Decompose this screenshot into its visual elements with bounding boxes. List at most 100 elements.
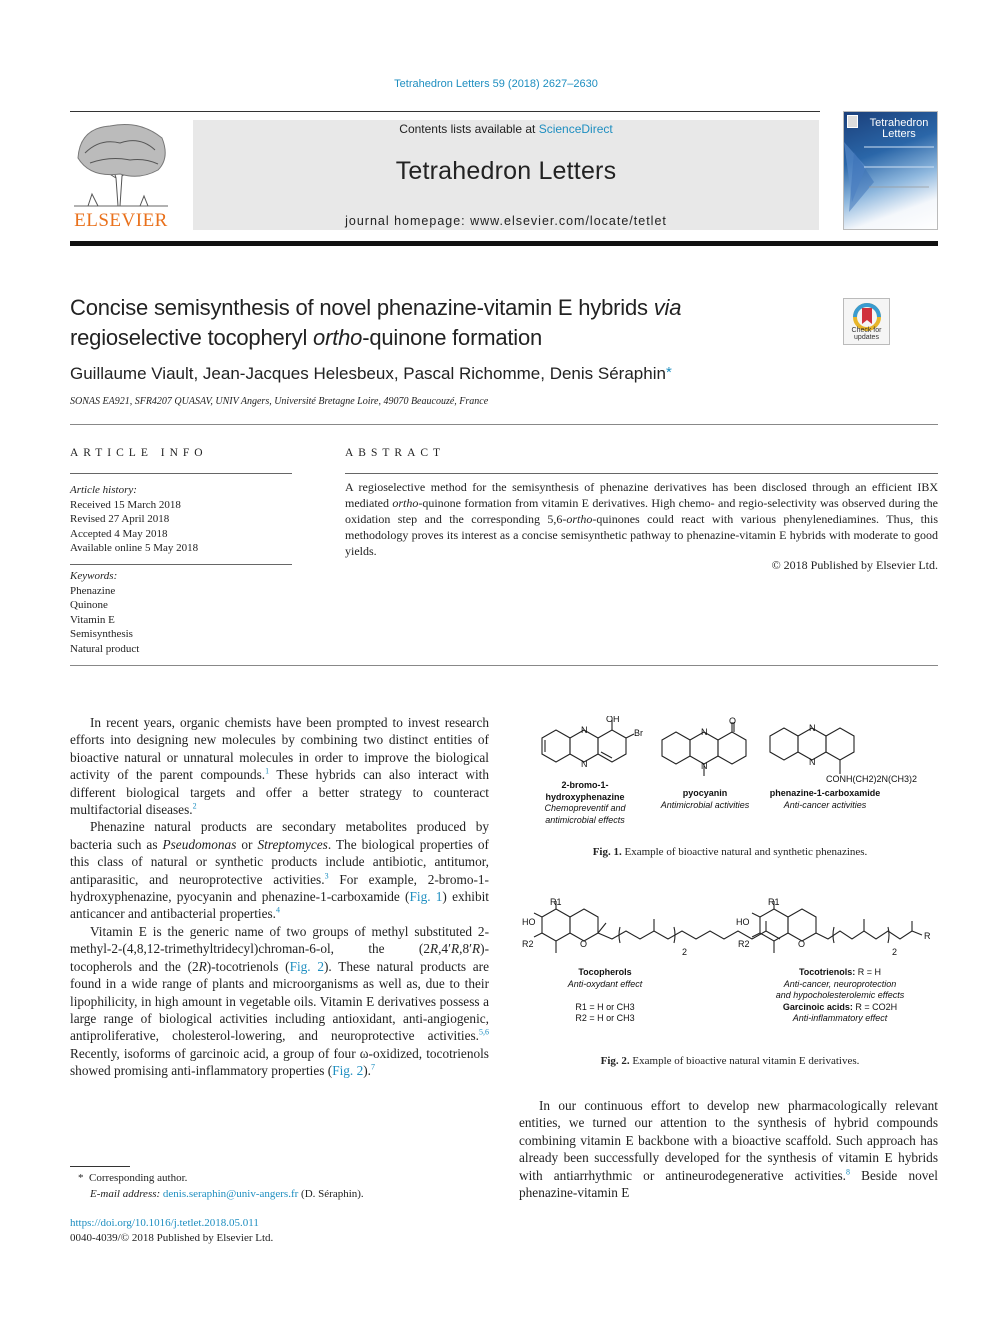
abstract-copyright: © 2018 Published by Elsevier Ltd. xyxy=(771,558,938,572)
compound-name: 2-bromo-1- xyxy=(561,780,609,790)
email-link[interactable]: denis.seraphin@univ-angers.fr xyxy=(163,1188,298,1200)
journal-cover-thumbnail[interactable]: Tetrahedron Letters xyxy=(843,111,938,230)
compound-name: hydroxyphenazine xyxy=(545,791,625,802)
compound-activity: Anti-oxydant effect xyxy=(567,978,643,989)
atom-br: Br xyxy=(634,728,643,738)
phenazine-carboxamide-structure xyxy=(769,727,855,774)
check-for-updates-button[interactable]: Check for updates xyxy=(843,298,890,345)
journal-reference-link[interactable]: Tetrahedron Letters 59 (2018) 2627–2630 xyxy=(0,78,992,90)
history-accepted: Accepted 4 May 2018 xyxy=(70,527,168,540)
figure-1-caption: Fig. 1. Example of bioactive natural and… xyxy=(520,846,940,858)
abstract-heading: ABSTRACT xyxy=(345,447,446,459)
italic-span: R xyxy=(472,941,481,957)
text-span: ). xyxy=(363,1063,371,1079)
text-span: ,4′ xyxy=(438,941,451,957)
compound-activity: Antimicrobial activities xyxy=(660,799,750,810)
journal-homepage[interactable]: journal homepage: www.elsevier.com/locat… xyxy=(193,214,819,228)
repeat-count: 2 xyxy=(892,947,897,957)
email-label: E-mail address: xyxy=(90,1188,163,1200)
r2-definition: R2 = H or CH3 xyxy=(575,1013,635,1023)
italic-span: R xyxy=(198,958,207,974)
atom-n: N xyxy=(701,727,708,737)
author-list: Guillaume Viault, Jean-Jacques Helesbeux… xyxy=(70,364,672,384)
atom-ho: HO xyxy=(522,917,536,927)
compound-activity: Anti-cancer, neuroprotection xyxy=(783,978,897,989)
atom-o: O xyxy=(580,939,587,949)
footnote-divider xyxy=(70,1166,130,1167)
top-divider xyxy=(70,111,820,112)
history-revised: Revised 27 April 2018 xyxy=(70,513,170,525)
contents-line: Contents lists available at ScienceDirec… xyxy=(193,122,819,136)
cover-title: Tetrahedron Letters xyxy=(862,118,936,140)
footnote-corresponding: * Corresponding author. xyxy=(70,1170,364,1186)
italic-span: Pseudomonas xyxy=(162,836,237,852)
compound-label-3: phenazine-1-carboxamide Anti-cancer acti… xyxy=(765,788,885,811)
history-received: Received 15 March 2018 xyxy=(70,498,181,511)
paragraph: In recent years, organic chemists have b… xyxy=(70,714,489,818)
compound-name: Tocotrienols: xyxy=(798,967,856,977)
atom-r2: R2 xyxy=(522,939,534,949)
paragraph: In our continuous effort to develop new … xyxy=(519,1097,938,1201)
elsevier-logo[interactable]: ELSEVIER xyxy=(70,118,172,232)
divider xyxy=(70,665,938,666)
text-span: Vitamin E is the generic name of two gro… xyxy=(70,923,489,957)
article-history: Article history: Received 15 March 2018 … xyxy=(70,483,198,556)
keyword: Quinone xyxy=(70,599,108,611)
r1-definition: R1 = H or CH3 xyxy=(575,1001,635,1012)
keyword: Vitamin E xyxy=(70,613,115,626)
compound-name: Tocopherols xyxy=(578,967,632,977)
footnote-mark: * xyxy=(78,1172,84,1184)
reference-link[interactable]: 2 xyxy=(193,802,197,811)
crossmark-label: Check for updates xyxy=(844,327,889,341)
divider xyxy=(70,564,292,565)
reference-link[interactable]: 4 xyxy=(276,906,280,915)
figure-2: HO R1 R2 O 2 HO R1 R2 O 2 R Tocopherols … xyxy=(520,895,940,1075)
sciencedirect-link[interactable]: ScienceDirect xyxy=(539,122,613,136)
figure-link[interactable]: Fig. 1 xyxy=(409,889,442,904)
atom-r1: R1 xyxy=(768,897,780,907)
elsevier-wordmark: ELSEVIER xyxy=(74,210,168,231)
authors-text: Guillaume Viault, Jean-Jacques Helesbeux… xyxy=(70,364,666,383)
contents-prefix: Contents lists available at xyxy=(399,122,539,136)
tocotrienols-label: Tocotrienols: R = H Anti-cancer, neuropr… xyxy=(740,967,940,1025)
article-info-heading: ARTICLE INFO xyxy=(70,447,208,459)
compound-activity: Chemopreventif and xyxy=(544,803,626,813)
doi-link[interactable]: https://doi.org/10.1016/j.tetlet.2018.05… xyxy=(70,1217,259,1229)
reference-link[interactable]: 7 xyxy=(371,1063,375,1072)
italic-span: Streptomyces xyxy=(257,836,328,852)
history-label: Article history: xyxy=(70,484,137,496)
compound-activity: and hypocholesterolemic effects xyxy=(775,990,905,1000)
compound-activity: Anti-inflammatory effect xyxy=(792,1013,888,1023)
title-italic-via: via xyxy=(653,295,682,320)
italic-span: R xyxy=(451,941,460,957)
atom-o: O xyxy=(798,939,805,949)
atom-r: R xyxy=(924,931,931,941)
email-suffix: (D. Séraphin). xyxy=(298,1188,364,1200)
atom-ho: HO xyxy=(736,917,750,927)
reference-link[interactable]: 5,6 xyxy=(479,1028,489,1037)
divider xyxy=(70,473,292,474)
phenazine-structure-1 xyxy=(541,720,635,763)
footnote-text: Corresponding author. xyxy=(89,1172,188,1184)
footnote-email: E-mail address: denis.seraphin@univ-ange… xyxy=(70,1186,364,1202)
text-span: )-tocotrienols ( xyxy=(206,958,290,974)
corresponding-author-link[interactable]: * xyxy=(666,364,672,381)
fig2-structures-overlay: HO R1 R2 O 2 HO R1 R2 O 2 R xyxy=(522,897,931,957)
atom-n: N xyxy=(701,761,708,771)
atom-n: N xyxy=(581,725,588,735)
r-definition: R = H xyxy=(855,967,882,977)
title-text: -quinone formation xyxy=(362,325,543,350)
doi-block: https://doi.org/10.1016/j.tetlet.2018.05… xyxy=(70,1216,273,1246)
r-definition: R = CO2H xyxy=(852,1001,898,1012)
figure-link[interactable]: Fig. 2 xyxy=(290,959,324,974)
text-span: ,8′ xyxy=(459,941,473,957)
repeat-count: 2 xyxy=(682,947,687,957)
article-title: Concise semisynthesis of novel phenazine… xyxy=(70,293,790,353)
figure-link[interactable]: Fig. 2 xyxy=(332,1063,363,1078)
atom-o: O xyxy=(729,716,736,726)
compound-name: phenazine-1-carboxamide xyxy=(769,788,881,798)
issn-copyright: 0040-4039/© 2018 Published by Elsevier L… xyxy=(70,1232,274,1244)
history-online: Available online 5 May 2018 xyxy=(70,542,199,554)
elsevier-tree-icon xyxy=(74,124,168,207)
keyword: Semisynthesis xyxy=(70,628,133,640)
